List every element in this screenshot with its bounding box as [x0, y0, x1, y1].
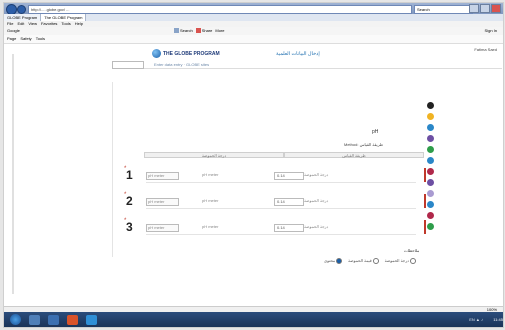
option-radios: محتوى قيمة الحموضة درجة الحموضة — [324, 258, 416, 264]
maximize-button[interactable] — [480, 4, 490, 13]
comment-label: ملاحظات — [404, 248, 420, 253]
tab-globe[interactable]: GLOBE Program — [4, 14, 42, 21]
ph-field-label: درجة الحموضة — [304, 224, 329, 229]
search-icon — [174, 28, 179, 34]
radio-b-label: قيمة الحموضة — [348, 258, 372, 264]
row-number: 1 — [126, 168, 133, 182]
system-tray[interactable]: EN ▲ ♪ — [469, 317, 483, 322]
cmd-safety[interactable]: Safety — [20, 35, 31, 43]
protocol-icon-2[interactable] — [427, 113, 434, 120]
taskbar-ie-icon[interactable] — [29, 314, 40, 325]
address-bar[interactable]: http://.....globe.gov/ ... — [28, 5, 412, 14]
protocol-icon-1[interactable] — [427, 102, 434, 109]
protocol-icon-10[interactable] — [427, 201, 434, 208]
site-search-input[interactable] — [112, 61, 144, 69]
radio-c-label: درجة الحموضة — [384, 258, 409, 264]
logo-text: THE GLOBE PROGRAM — [163, 50, 220, 57]
instrument-label: pH meter — [202, 172, 219, 177]
page-title: إدخال البيانات العلمية — [276, 51, 320, 57]
user-link[interactable]: Fatima Saed — [474, 47, 497, 52]
method-select[interactable]: pH meter — [146, 172, 179, 180]
radio-b-button[interactable] — [372, 258, 379, 264]
validation-marker — [424, 220, 426, 234]
taskbar-app-icon[interactable] — [67, 314, 78, 325]
close-button[interactable] — [491, 4, 501, 13]
taskbar-browser-icon[interactable] — [86, 314, 97, 325]
instrument-label: pH meter — [202, 224, 219, 229]
radio-option-b[interactable]: قيمة الحموضة — [348, 258, 379, 264]
left-scroll-line — [12, 54, 14, 294]
row-divider — [146, 182, 416, 183]
ph-field-label: درجة الحموضة — [304, 198, 329, 203]
method-label: Method: طريقة القياس — [344, 142, 384, 147]
cmd-tools[interactable]: Tools — [36, 35, 45, 43]
method-select[interactable]: pH meter — [146, 224, 179, 232]
signin-link[interactable]: Sign In — [485, 27, 497, 35]
validation-marker — [424, 194, 426, 208]
search-input[interactable]: Search — [414, 5, 473, 14]
google-label[interactable]: Google — [7, 27, 20, 35]
table-row: * 3 pH meter pH meter 0.14 درجة الحموضة — [124, 218, 426, 236]
ph-value-input[interactable]: 0.14 — [274, 172, 304, 180]
protocol-icon-9[interactable] — [427, 190, 434, 197]
radio-c-button[interactable] — [409, 258, 416, 264]
header-method: طريقة القياس — [284, 152, 424, 158]
cmd-page[interactable]: Page — [7, 35, 16, 43]
taskbar-explorer-icon[interactable] — [48, 314, 59, 325]
title-bar: http://.....globe.gov/ ... Search — [4, 3, 503, 15]
row-number: 3 — [126, 220, 133, 234]
start-button[interactable] — [10, 314, 21, 325]
taskbar: EN ▲ ♪ 11:45 — [4, 312, 503, 327]
validation-marker — [424, 168, 426, 182]
protocol-icon-11[interactable] — [427, 212, 434, 219]
fav-search[interactable]: Search — [174, 27, 193, 35]
forward-button[interactable] — [17, 5, 26, 14]
radio-option-c[interactable]: درجة الحموضة — [385, 258, 416, 264]
method-select[interactable]: pH meter — [146, 198, 179, 206]
minimize-button[interactable] — [469, 4, 479, 13]
table-header: درجة الحموضة طريقة القياس — [144, 152, 424, 158]
protocol-icon-3[interactable] — [427, 124, 434, 131]
ph-value-input[interactable]: 0.14 — [274, 224, 304, 232]
row-number: 2 — [126, 194, 133, 208]
fav-items: Search Share More — [174, 27, 225, 35]
fav-more[interactable]: More — [215, 27, 224, 35]
page-content: THE GLOBE PROGRAM إدخال البيانات العلمية… — [4, 44, 503, 306]
table-row: * 2 pH meter pH meter 0.14 درجة الحموضة — [124, 192, 426, 210]
instrument-label: pH meter — [202, 198, 219, 203]
protocol-sidebar — [427, 102, 437, 234]
subnav-links[interactable]: Enter data entry · GLOBE sites — [154, 61, 209, 68]
content-divider — [112, 82, 113, 257]
protocol-icon-7[interactable] — [427, 168, 434, 175]
protocol-icon-6[interactable] — [427, 157, 434, 164]
window-controls — [469, 4, 501, 13]
radio-a-label: محتوى — [324, 258, 336, 264]
share-icon — [195, 28, 201, 34]
radio-a-button[interactable] — [336, 258, 343, 264]
globe-logo[interactable]: THE GLOBE PROGRAM — [152, 49, 220, 58]
protocol-icon-4[interactable] — [427, 135, 434, 142]
protocol-icon-5[interactable] — [427, 146, 434, 153]
radio-option-a[interactable]: محتوى — [324, 258, 343, 264]
globe-icon — [152, 49, 161, 58]
protocol-icon-12[interactable] — [427, 223, 434, 230]
tab-globe-program[interactable]: The GLOBE Program — [41, 14, 87, 21]
fav-search-label: Search — [180, 28, 193, 33]
row-divider — [146, 208, 416, 209]
command-bar: Page Safety Tools — [4, 35, 503, 44]
row-divider — [146, 234, 416, 235]
fav-share[interactable]: Share — [195, 27, 213, 35]
browser-window: http://.....globe.gov/ ... Search GLOBE … — [3, 2, 504, 328]
taskbar-clock[interactable]: 11:45 — [493, 317, 503, 322]
header-ph: درجة الحموضة — [144, 152, 284, 158]
sub-navigation: Enter data entry · GLOBE sites — [112, 61, 502, 69]
ph-field-label: درجة الحموضة — [304, 172, 329, 177]
fav-share-label: Share — [201, 28, 213, 33]
table-row: * 1 pH meter pH meter 0.14 درجة الحموضة — [124, 166, 426, 184]
ph-heading: pH — [372, 129, 379, 135]
protocol-icon-8[interactable] — [427, 179, 434, 186]
ph-value-input[interactable]: 0.14 — [274, 198, 304, 206]
